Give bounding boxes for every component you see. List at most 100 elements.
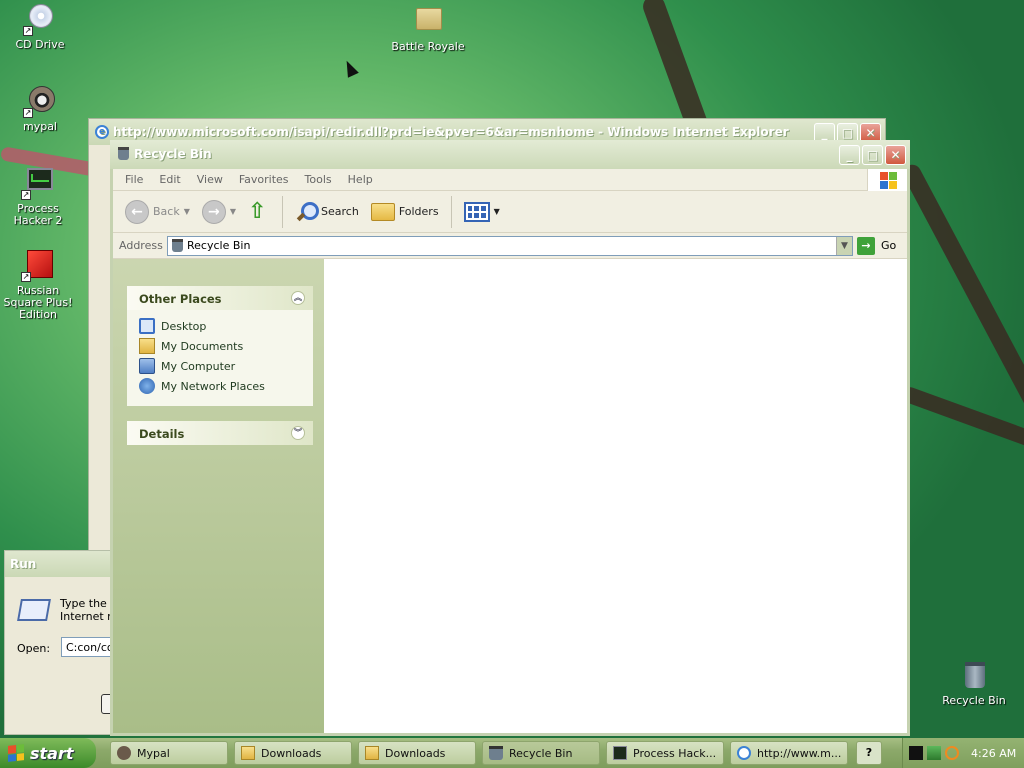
- desktop-icon-mypal[interactable]: ↗ mypal: [0, 84, 80, 133]
- process-hacker-icon: ↗: [21, 166, 55, 200]
- go-label: Go: [881, 239, 897, 252]
- task-pane: Other Places ︽ Desktop My Documents My C…: [113, 259, 324, 733]
- back-button[interactable]: ← Back ▼: [121, 198, 194, 226]
- start-button[interactable]: start: [0, 738, 96, 768]
- place-my-computer[interactable]: My Computer: [139, 356, 313, 376]
- folders-label: Folders: [398, 205, 439, 218]
- search-button[interactable]: Search: [291, 199, 363, 225]
- minimize-button[interactable]: _: [839, 145, 860, 165]
- help-button[interactable]: ?: [856, 741, 882, 765]
- back-label: Back: [153, 205, 180, 218]
- my-computer-icon: [139, 358, 155, 374]
- menu-tools[interactable]: Tools: [297, 173, 340, 186]
- folders-button[interactable]: Folders: [367, 201, 443, 223]
- chevron-down-icon[interactable]: ▼: [230, 207, 236, 216]
- up-folder-icon: ⇧: [248, 198, 267, 224]
- desktop-icon-label: Recycle Bin: [942, 694, 1006, 707]
- go-arrow-icon: →: [857, 236, 875, 255]
- taskbar-button-downloads[interactable]: Downloads: [234, 741, 352, 765]
- taskbar-button-recycle-bin[interactable]: Recycle Bin: [482, 741, 600, 765]
- terminal-icon[interactable]: [909, 746, 923, 760]
- desktop-icon-cd-drive[interactable]: ↗ CD Drive: [0, 2, 80, 51]
- menu-view[interactable]: View: [189, 173, 231, 186]
- file-list-area[interactable]: [324, 259, 907, 733]
- place-label: My Documents: [161, 339, 244, 353]
- desktop-icon-recycle-bin[interactable]: Recycle Bin: [934, 658, 1014, 707]
- taskbar-button-label: Mypal: [137, 746, 170, 760]
- folder-icon: [241, 746, 255, 760]
- clock[interactable]: 4:26 AM: [971, 747, 1016, 760]
- place-desktop[interactable]: Desktop: [139, 316, 313, 336]
- menu-edit[interactable]: Edit: [151, 173, 188, 186]
- place-my-network-places[interactable]: My Network Places: [139, 376, 313, 396]
- search-icon[interactable]: [945, 746, 959, 760]
- ie-window-title: http://www.microsoft.com/isapi/redir.dll…: [113, 125, 789, 139]
- recycle-bin-icon: [118, 147, 129, 160]
- recycle-bin-icon: [489, 746, 503, 760]
- toolbar-separator: [450, 195, 452, 228]
- views-button[interactable]: ▼: [460, 200, 504, 224]
- window-body: Other Places ︽ Desktop My Documents My C…: [113, 259, 907, 733]
- chevron-down-icon: ▼: [493, 207, 500, 216]
- desktop-icon-process-hacker[interactable]: ↗ Process Hacker 2: [0, 166, 78, 227]
- desktop-icon: [139, 318, 155, 334]
- chevron-down-icon[interactable]: ▼: [836, 236, 852, 255]
- chevron-down-icon[interactable]: ▼: [184, 207, 190, 216]
- recycle-bin-title-bar[interactable]: Recycle Bin _ □ ✕: [110, 140, 910, 169]
- details-header[interactable]: Details ︾: [127, 421, 313, 445]
- raccoon-icon: ↗: [23, 84, 57, 118]
- taskbar-button-label: Downloads: [385, 746, 446, 760]
- toolbar-separator: [282, 195, 284, 228]
- desktop-icon-russian-square[interactable]: ↗ Russian Square Plus! Edition: [0, 248, 78, 321]
- recycle-bin-window[interactable]: Recycle Bin _ □ ✕ File Edit View Favorit…: [110, 140, 910, 736]
- taskbar: start Mypal Downloads Downloads Recycle …: [0, 738, 1024, 768]
- search-label: Search: [321, 205, 359, 218]
- taskbar-button-label: http://www.m...: [757, 746, 842, 760]
- network-places-icon: [139, 378, 155, 394]
- taskbar-button-process-hacker[interactable]: Process Hack...: [606, 741, 724, 765]
- taskbar-button-label: Process Hack...: [633, 746, 717, 760]
- wallpaper-branch: [900, 384, 1024, 469]
- folders-icon: [370, 202, 395, 221]
- maximize-button[interactable]: □: [862, 145, 883, 165]
- other-places-panel: Other Places ︽ Desktop My Documents My C…: [127, 286, 313, 406]
- taskbar-button-label: Downloads: [261, 746, 322, 760]
- forward-arrow-icon: →: [201, 199, 226, 224]
- window-title: Recycle Bin: [134, 147, 212, 161]
- address-input[interactable]: Recycle Bin ▼: [167, 235, 853, 256]
- desktop-icon-label: Battle Royale: [391, 40, 465, 53]
- panel-title: Details: [139, 427, 185, 441]
- address-label: Address: [119, 239, 163, 252]
- details-panel: Details ︾: [127, 421, 313, 445]
- menu-help[interactable]: Help: [340, 173, 381, 186]
- menu-file[interactable]: File: [117, 173, 151, 186]
- taskbar-button-mypal[interactable]: Mypal: [110, 741, 228, 765]
- desktop-icon-battle-royale[interactable]: Battle Royale: [388, 4, 468, 53]
- taskbar-button-downloads[interactable]: Downloads: [358, 741, 476, 765]
- place-label: Desktop: [161, 319, 207, 333]
- panel-title: Other Places: [139, 292, 222, 306]
- desktop-icon-label: mypal: [22, 120, 57, 133]
- menu-favorites[interactable]: Favorites: [231, 173, 297, 186]
- my-documents-icon: [139, 338, 155, 354]
- chevron-down-icon[interactable]: ︾: [291, 426, 305, 440]
- taskbar-button-internet-explorer[interactable]: http://www.m...: [730, 741, 848, 765]
- folder-icon: [365, 746, 379, 760]
- network-icon[interactable]: [927, 746, 941, 760]
- up-folder-button[interactable]: ⇧: [244, 199, 274, 225]
- taskbar-button-label: Recycle Bin: [509, 746, 573, 760]
- run-icon: [17, 599, 51, 621]
- folder-icon: [411, 4, 445, 38]
- other-places-header[interactable]: Other Places ︽: [127, 286, 313, 310]
- other-places-list: Desktop My Documents My Computer My Netw…: [127, 310, 313, 406]
- go-button[interactable]: → Go: [857, 236, 897, 255]
- address-bar: Address Recycle Bin ▼ → Go: [113, 233, 907, 259]
- system-tray: 4:26 AM: [902, 738, 1024, 768]
- close-button[interactable]: ✕: [885, 145, 906, 165]
- place-my-documents[interactable]: My Documents: [139, 336, 313, 356]
- forward-button[interactable]: → ▼: [198, 198, 240, 226]
- toolbar: ← Back ▼ → ▼ ⇧ Search Folders ▼: [113, 191, 907, 233]
- raccoon-icon: [117, 746, 131, 760]
- recycle-bin-icon: [957, 658, 991, 692]
- chevron-up-icon[interactable]: ︽: [291, 291, 305, 305]
